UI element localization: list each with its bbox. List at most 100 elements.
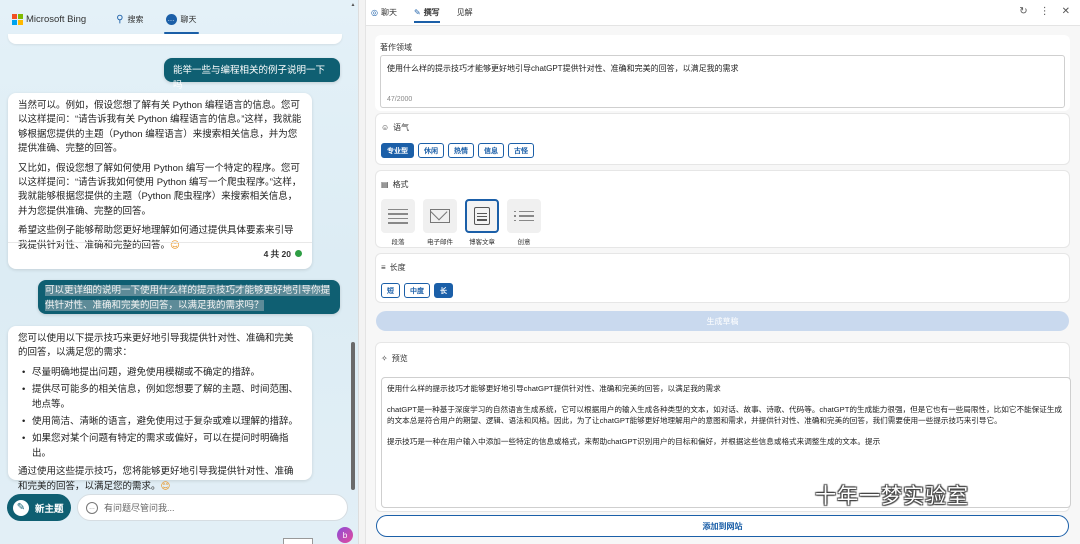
length-label: 长度 — [389, 263, 406, 272]
smile-icon: 😊 — [160, 480, 171, 492]
new-topic-button[interactable]: ✎ 新主题 — [7, 494, 71, 521]
length-option[interactable]: 中度 — [404, 283, 430, 298]
tone-option[interactable]: 古怪 — [508, 143, 534, 158]
compose-icon: ✎ — [413, 8, 421, 17]
length-icon: ≡ — [381, 263, 386, 272]
watermark: 十年一梦实验室 — [815, 484, 969, 508]
search-icon: ⚲ — [116, 13, 124, 25]
list-item: 提供尽可能多的相关信息，例如您想要了解的主题、时间范围、地点等。 — [18, 383, 302, 412]
length-section: ≡ 长度 短 中度 长 — [375, 253, 1070, 303]
window-tab-stub — [283, 538, 313, 544]
list-icon — [514, 208, 534, 225]
tab-insights[interactable]: 见解 — [457, 0, 473, 26]
format-icon: ▤ — [381, 180, 389, 189]
counter-label: 4 共 20 — [263, 248, 291, 259]
format-option-label: 电子邮件 — [427, 239, 453, 246]
response-paragraph: 当然可以。例如，假设您想了解有关 Python 编程语言的信息。您可以这样提问：… — [18, 100, 302, 155]
tone-option[interactable]: 热情 — [448, 143, 474, 158]
length-option[interactable]: 短 — [381, 283, 400, 298]
format-option-email[interactable]: 电子邮件 — [423, 199, 457, 246]
preview-title: ✧ 预览 — [381, 353, 408, 364]
status-dot-icon — [295, 250, 302, 258]
tab-label: 撰写 — [423, 8, 440, 17]
user-message: 能举一些与编程相关的例子说明一下吗 — [164, 58, 340, 91]
blog-post-icon — [474, 207, 490, 225]
tab-label: 见解 — [456, 8, 473, 17]
topic-title: 著作领域 — [380, 43, 412, 52]
email-icon — [430, 209, 450, 223]
char-count: 47/2000 — [387, 96, 413, 103]
previous-response-card-edge — [8, 34, 342, 44]
topic-text: 使用什么样的提示技巧才能够更好地引导chatGPT提供针对性、准确和完美的回答，… — [387, 64, 739, 73]
tips-list: 尽量明确地提出问题，避免使用模糊或不确定的措辞。 提供尽可能多的相关信息，例如您… — [18, 366, 302, 461]
tab-compose[interactable]: ✎ 撰写 — [413, 0, 440, 26]
format-option-blog[interactable]: 博客文章 — [465, 199, 499, 246]
chat-input-icon: … — [86, 501, 98, 514]
response-text: 通过使用这些提示技巧，您将能够更好地引导我提供针对性、准确和完美的回答，以满足您… — [18, 466, 294, 492]
broom-icon: ✎ — [13, 499, 29, 516]
length-option[interactable]: 长 — [434, 283, 453, 298]
tone-option[interactable]: 信息 — [478, 143, 504, 158]
response-text: 希望这些例子能够帮助您更好地理解如何通过提供具体要素来引导我提供针对性、准确和完… — [18, 225, 294, 251]
microsoft-logo-icon — [12, 14, 23, 25]
user-message: 可以更详细的说明一下使用什么样的提示技巧才能够更好地引导你提供针对性、准确和完美… — [38, 280, 340, 314]
topic-section: 著作领域 使用什么样的提示技巧才能够更好地引导chatGPT提供针对性、准确和完… — [375, 35, 1070, 111]
add-to-site-button[interactable]: 添加到网站 — [376, 515, 1069, 537]
chat-icon: ◎ — [371, 8, 378, 17]
tab-chat[interactable]: ◎ 聊天 — [371, 0, 397, 26]
chat-input[interactable] — [104, 502, 324, 513]
chat-input-box[interactable]: … — [77, 494, 348, 521]
bing-logo[interactable]: Microsoft Bing — [12, 14, 86, 25]
selected-text: 可以更详细的说明一下使用什么样的提示技巧才能够更好地引导你提供针对性、准确和完美… — [45, 285, 331, 311]
preview-paragraph: 提示技巧是一种在用户输入中添加一些特定的信息或格式，来帮助chatGPT识别用户… — [387, 436, 881, 446]
response-paragraph: 希望这些例子能够帮助您更好地理解如何通过提供具体要素来引导我提供针对性、准确和完… — [18, 224, 302, 253]
bot-response-card: 当然可以。例如，假设您想了解有关 Python 编程语言的信息。您可以这样提问：… — [8, 93, 312, 269]
response-outro: 通过使用这些提示技巧，您将能够更好地引导我提供针对性、准确和完美的回答，以满足您… — [18, 465, 302, 494]
paragraph-icon — [388, 206, 408, 227]
preview-paragraph: 使用什么样的提示技巧才能够更好地引导chatGPT提供针对性、准确和完美的回答，… — [387, 384, 721, 393]
more-options-icon[interactable]: ⋮ — [1040, 6, 1050, 17]
chat-pane: Microsoft Bing ⚲ 搜索 … 聊天 能举一些与编程相关的例子说明一… — [0, 0, 358, 544]
format-option-label: 创意 — [517, 239, 531, 246]
list-item: 使用简洁、清晰的语言，避免使用过于复杂或难以理解的措辞。 — [18, 415, 302, 430]
format-label: 格式 — [392, 180, 409, 189]
preview-paragraph: chatGPT是一种基于深度学习的自然语言生成系统，它可以根据用户的输入生成各种… — [387, 404, 1063, 426]
tab-label: 聊天 — [380, 8, 397, 17]
preview-label: 预览 — [391, 354, 408, 363]
close-icon[interactable]: ✕ — [1062, 6, 1070, 17]
generate-draft-button[interactable]: 生成草稿 — [376, 311, 1069, 331]
format-options: 段落 电子邮件 博客文章 创意 — [381, 199, 541, 246]
list-item: 如果您对某个问题有特定的需求或偏好，可以在提问时明确指出。 — [18, 432, 302, 461]
response-counter: 4 共 20 — [264, 247, 302, 261]
tab-search-label: 搜索 — [127, 14, 144, 24]
bot-response-card: 您可以使用以下提示技巧来更好地引导我提供针对性、准确和完美的回答，以满足您的需求… — [8, 326, 312, 492]
sidebar-tabs: ◎ 聊天 ✎ 撰写 见解 ↻ ⋮ ✕ — [366, 0, 1080, 26]
scroll-up-arrow-icon[interactable]: ▲ — [350, 2, 356, 8]
format-option-paragraph[interactable]: 段落 — [381, 199, 415, 246]
new-topic-label: 新主题 — [35, 503, 64, 515]
bing-chat-icon[interactable]: b — [337, 527, 353, 543]
tone-title: ☺ 语气 — [381, 122, 409, 133]
compose-pane: ◎ 聊天 ✎ 撰写 见解 ↻ ⋮ ✕ 著作领域 使用什么样的提示技巧才能够更好地… — [366, 0, 1080, 544]
tab-chat[interactable]: … 聊天 — [163, 0, 199, 38]
format-title: ▤ 格式 — [381, 179, 409, 190]
top-nav: Microsoft Bing ⚲ 搜索 … 聊天 — [0, 0, 358, 38]
format-option-label: 段落 — [391, 239, 405, 246]
topic-textarea[interactable]: 使用什么样的提示技巧才能够更好地引导chatGPT提供针对性、准确和完美的回答，… — [380, 55, 1065, 108]
tone-section: ☺ 语气 专业型 休闲 热情 信息 古怪 — [375, 113, 1070, 165]
tone-option[interactable]: 休闲 — [418, 143, 444, 158]
divider — [8, 242, 312, 243]
tab-search[interactable]: ⚲ 搜索 — [116, 0, 143, 38]
tone-label: 语气 — [393, 123, 410, 132]
pane-divider[interactable] — [358, 0, 366, 544]
tone-option[interactable]: 专业型 — [381, 143, 414, 158]
pane-actions: ↻ ⋮ ✕ — [1019, 6, 1070, 17]
brand-label: Microsoft Bing — [26, 13, 87, 25]
refresh-icon[interactable]: ↻ — [1019, 6, 1027, 17]
response-intro: 您可以使用以下提示技巧来更好地引导我提供针对性、准确和完美的回答，以满足您的需求… — [18, 333, 294, 359]
format-option-label: 博客文章 — [469, 239, 495, 246]
format-option-ideas[interactable]: 创意 — [507, 199, 541, 246]
format-section: ▤ 格式 段落 电子邮件 博客文章 创意 — [375, 170, 1070, 248]
tab-chat-label: 聊天 — [180, 14, 197, 24]
scrollbar-thumb[interactable] — [351, 342, 355, 490]
